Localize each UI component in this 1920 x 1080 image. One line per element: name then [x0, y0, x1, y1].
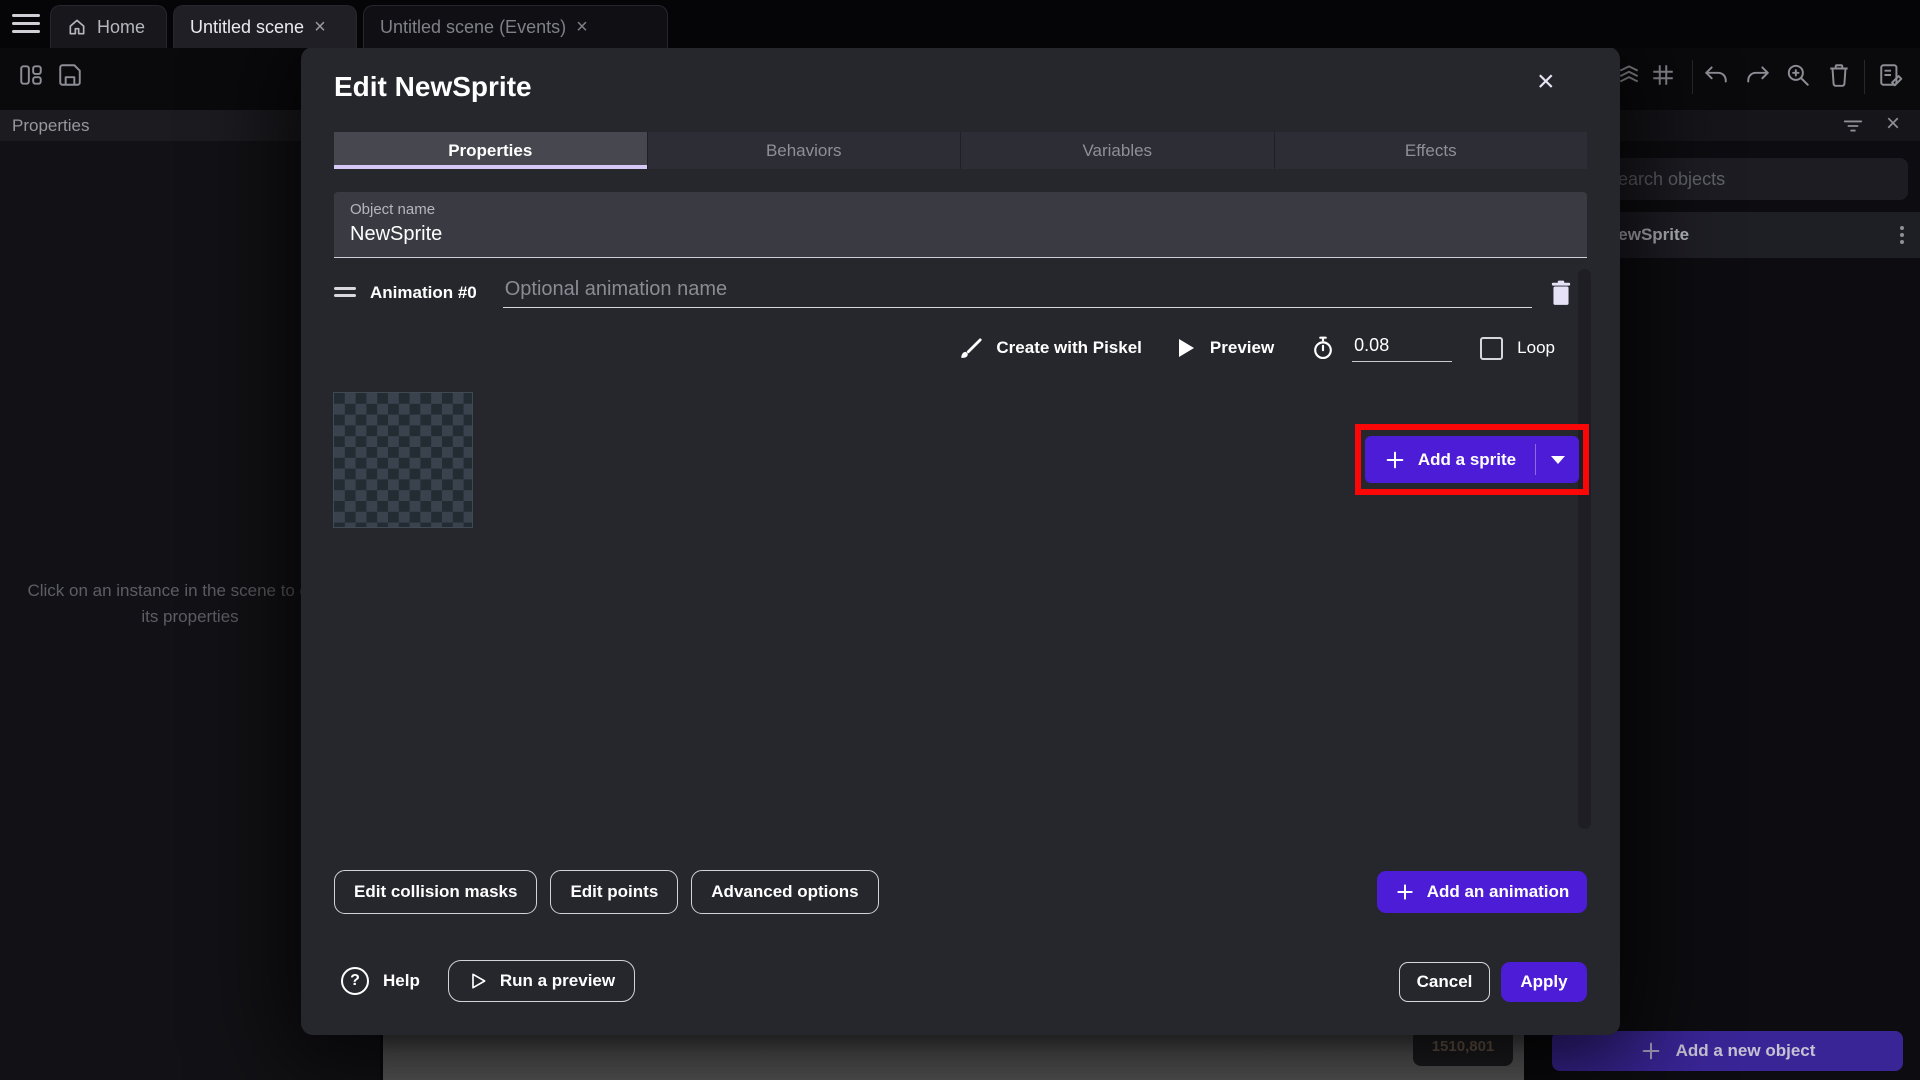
add-new-object-button[interactable]: Add a new object	[1552, 1031, 1903, 1071]
close-icon[interactable]	[1537, 67, 1555, 97]
cancel-button[interactable]: Cancel	[1399, 962, 1490, 1002]
highlight-box: Add a sprite	[1355, 424, 1589, 495]
close-icon[interactable]	[314, 17, 326, 37]
brush-icon	[958, 335, 984, 361]
animation-name-input[interactable]	[503, 278, 1532, 308]
trash-icon[interactable]	[1826, 62, 1852, 88]
close-icon[interactable]	[576, 17, 588, 37]
home-icon	[67, 17, 87, 37]
animation-tools-row: Edit collision masks Edit points Advance…	[334, 870, 879, 914]
dialog-scrollbar[interactable]	[1578, 269, 1591, 829]
tab-behaviors[interactable]: Behaviors	[647, 132, 961, 169]
add-sprite-split-button[interactable]: Add a sprite	[1365, 436, 1579, 483]
search-objects-input[interactable]	[1592, 158, 1908, 200]
close-icon[interactable]	[1886, 112, 1900, 136]
tab-properties-label: Properties	[448, 141, 532, 161]
add-animation-button[interactable]: Add an animation	[1377, 871, 1587, 913]
create-with-piskel-button[interactable]: Create with Piskel	[996, 338, 1142, 358]
redo-icon[interactable]	[1745, 62, 1771, 88]
add-sprite-dropdown-button[interactable]	[1536, 436, 1579, 483]
plus-icon	[1640, 1040, 1662, 1062]
kebab-menu-icon[interactable]	[1900, 226, 1904, 230]
loop-label: Loop	[1517, 338, 1555, 358]
plus-icon	[1384, 449, 1406, 471]
plus-icon	[1395, 882, 1415, 902]
menu-icon[interactable]	[12, 14, 40, 34]
object-name-field-label: Object name	[350, 201, 435, 218]
help-icon[interactable]	[341, 967, 369, 995]
run-a-preview-label: Run a preview	[500, 971, 615, 991]
add-animation-label: Add an animation	[1427, 882, 1570, 902]
play-icon	[1176, 337, 1196, 359]
object-name-field[interactable]: Object name NewSprite	[334, 192, 1587, 258]
animation-actions-row: Create with Piskel Preview Loop	[958, 329, 1555, 367]
loop-checkbox[interactable]	[1480, 337, 1503, 360]
tab-behaviors-label: Behaviors	[766, 141, 842, 161]
animation-label: Animation #0	[370, 283, 477, 303]
object-name-field-value: NewSprite	[350, 223, 442, 246]
tab-effects-label: Effects	[1405, 141, 1457, 161]
filter-icon[interactable]	[1842, 118, 1864, 134]
edit-events-icon[interactable]	[1878, 62, 1904, 88]
object-list-item[interactable]: NewSprite	[1580, 212, 1920, 258]
toolbar-separator	[1692, 60, 1693, 94]
app-root: Home Untitled scene Untitled scene (Even…	[0, 0, 1920, 1080]
undo-icon[interactable]	[1703, 62, 1729, 88]
save-icon[interactable]	[57, 62, 83, 88]
dialog-footer-left: Help Run a preview	[341, 959, 635, 1003]
tab-home[interactable]: Home	[50, 5, 167, 48]
chevron-down-icon	[1551, 456, 1565, 464]
active-tab-underline	[334, 165, 647, 169]
zoom-in-icon[interactable]	[1785, 62, 1811, 88]
tab-home-label: Home	[97, 17, 145, 38]
animation-row: Animation #0	[334, 274, 1574, 312]
add-sprite-button[interactable]: Add a sprite	[1365, 436, 1535, 483]
tab-scene-events[interactable]: Untitled scene (Events)	[363, 5, 668, 48]
advanced-options-button[interactable]: Advanced options	[691, 870, 878, 914]
add-sprite-label: Add a sprite	[1418, 450, 1516, 470]
drag-handle-icon[interactable]	[334, 287, 356, 299]
tab-variables[interactable]: Variables	[960, 132, 1274, 169]
tab-properties[interactable]: Properties	[334, 132, 647, 169]
stopwatch-icon	[1310, 335, 1336, 361]
edit-points-button[interactable]: Edit points	[550, 870, 678, 914]
toolbar-separator	[1864, 60, 1865, 94]
dialog-tabs: Properties Behaviors Variables Effects	[334, 132, 1587, 169]
grid-icon[interactable]	[1650, 62, 1676, 88]
tab-scene[interactable]: Untitled scene	[173, 5, 357, 48]
dialog-title: Edit NewSprite	[334, 71, 532, 103]
tab-variables-label: Variables	[1082, 141, 1152, 161]
run-a-preview-button[interactable]: Run a preview	[448, 960, 635, 1002]
time-between-frames-input[interactable]	[1352, 335, 1452, 362]
tab-effects[interactable]: Effects	[1274, 132, 1588, 169]
add-new-object-label: Add a new object	[1676, 1041, 1816, 1061]
sprite-frame-thumbnail[interactable]	[333, 392, 473, 528]
apply-button[interactable]: Apply	[1501, 962, 1587, 1002]
tab-events-label: Untitled scene (Events)	[380, 17, 566, 38]
edit-object-dialog: Edit NewSprite Properties Behaviors Vari…	[301, 47, 1620, 1035]
delete-animation-trash-icon[interactable]	[1548, 279, 1574, 307]
layout-panels-icon[interactable]	[18, 62, 44, 88]
tab-scene-label: Untitled scene	[190, 17, 304, 38]
help-button[interactable]: Help	[383, 971, 420, 991]
edit-collision-masks-button[interactable]: Edit collision masks	[334, 870, 537, 914]
top-bar: Home Untitled scene Untitled scene (Even…	[0, 0, 1920, 48]
preview-button[interactable]: Preview	[1210, 338, 1274, 358]
play-outline-icon	[468, 971, 488, 991]
